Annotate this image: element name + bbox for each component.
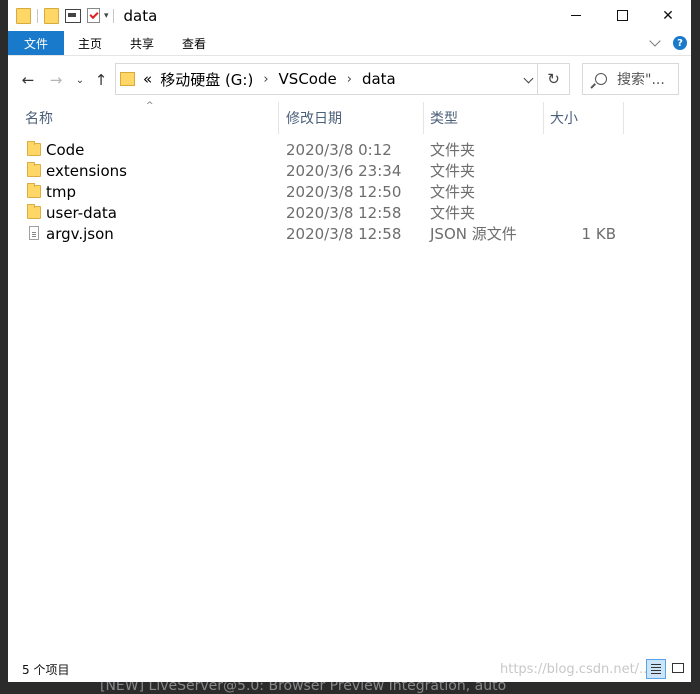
folder-icon	[27, 183, 41, 198]
folder-icon	[27, 141, 41, 156]
file-date: 2020/3/8 12:50	[286, 183, 402, 201]
tab-file[interactable]: 文件	[8, 31, 64, 55]
window-title: data	[123, 6, 158, 25]
folder-icon	[120, 72, 135, 86]
forward-arrow-icon[interactable]: →	[46, 70, 66, 90]
file-size	[556, 140, 616, 161]
minimize-button[interactable]	[553, 0, 599, 31]
search-icon	[595, 73, 607, 85]
file-type: 文件夹	[430, 162, 476, 180]
file-name: user-data	[46, 204, 117, 222]
column-divider[interactable]	[543, 102, 544, 134]
file-date: 2020/3/8 12:58	[286, 225, 402, 243]
file-explorer-window: ▾ data ✕ 文件 主页 共享 查看 ? ← → ⌄ ↑ « 移动硬盘 (G…	[8, 0, 691, 682]
customize-toolbar-chevron-icon[interactable]: ▾	[104, 11, 109, 21]
file-date: 2020/3/6 23:34	[286, 162, 402, 180]
column-header-date[interactable]: 修改日期	[286, 102, 342, 134]
search-placeholder: 搜索"...	[617, 72, 665, 88]
file-name: tmp	[46, 183, 77, 201]
item-count: 5 个项目	[22, 662, 70, 677]
refresh-icon[interactable]: ↻	[537, 64, 569, 94]
up-arrow-icon[interactable]: ↑	[91, 70, 111, 90]
maximize-button[interactable]	[599, 0, 645, 31]
column-divider[interactable]	[623, 102, 624, 134]
folder-icon	[16, 7, 31, 24]
file-name: argv.json	[46, 225, 114, 243]
ribbon-tabs: 文件 主页 共享 查看 ?	[8, 31, 691, 56]
breadcrumb-item-drive[interactable]: 移动硬盘 (G:)	[160, 69, 253, 90]
toolbar-separator	[37, 8, 38, 23]
table-row[interactable]: Code 2020/3/8 0:12 文件夹	[8, 140, 691, 161]
toolbar-separator	[112, 8, 114, 23]
breadcrumb-separator[interactable]: ›	[263, 72, 268, 87]
file-size	[556, 161, 616, 182]
help-icon[interactable]: ?	[673, 36, 687, 50]
file-type: JSON 源文件	[430, 225, 517, 243]
column-header-name[interactable]: 名称	[25, 102, 53, 134]
file-date: 2020/3/8 12:58	[286, 204, 402, 222]
breadcrumb-item-vscode[interactable]: VSCode	[279, 70, 337, 88]
table-row[interactable]: user-data 2020/3/8 12:58 文件夹	[8, 203, 691, 224]
table-row[interactable]: extensions 2020/3/6 23:34 文件夹	[8, 161, 691, 182]
tab-home[interactable]: 主页	[64, 31, 116, 55]
column-header-type[interactable]: 类型	[430, 102, 458, 134]
breadcrumb-separator[interactable]: ›	[347, 72, 352, 87]
address-dropdown-chevron-icon[interactable]	[523, 73, 534, 84]
column-divider[interactable]	[423, 102, 424, 134]
file-name: Code	[46, 141, 85, 159]
address-bar[interactable]: « 移动硬盘 (G:) › VSCode › data ↻	[115, 63, 570, 95]
file-date: 2020/3/8 0:12	[286, 141, 392, 159]
breadcrumb-overflow[interactable]: «	[143, 70, 152, 88]
file-size	[556, 203, 616, 224]
status-bar: 5 个项目 https://blog.csdn.net/...	[8, 656, 691, 682]
large-icons-view-icon[interactable]	[669, 659, 689, 679]
file-type: 文件夹	[430, 141, 476, 159]
close-button[interactable]: ✕	[645, 0, 691, 31]
tab-share[interactable]: 共享	[116, 31, 168, 55]
json-file-icon	[29, 226, 39, 240]
folder-icon	[27, 162, 41, 177]
watermark-text: https://blog.csdn.net/...	[500, 662, 652, 677]
breadcrumb-item-data[interactable]: data	[362, 70, 396, 88]
recent-locations-chevron-icon[interactable]: ⌄	[70, 70, 90, 90]
file-size	[556, 182, 616, 203]
file-list: Code 2020/3/8 0:12 文件夹 extensions 2020/3…	[8, 140, 691, 245]
checkmark-icon[interactable]	[87, 8, 100, 23]
file-type: 文件夹	[430, 183, 476, 201]
new-folder-icon[interactable]	[44, 7, 59, 24]
file-type: 文件夹	[430, 204, 476, 222]
details-view-icon[interactable]	[646, 659, 666, 679]
column-header-size[interactable]: 大小	[550, 102, 578, 134]
column-divider[interactable]	[278, 102, 279, 134]
back-arrow-icon[interactable]: ←	[18, 70, 38, 90]
search-box[interactable]: 搜索"...	[582, 63, 679, 95]
folder-icon	[27, 204, 41, 219]
expand-ribbon-chevron-icon[interactable]	[649, 35, 661, 47]
navigation-bar: ← → ⌄ ↑ « 移动硬盘 (G:) › VSCode › data ↻ 搜索…	[8, 58, 691, 102]
table-row[interactable]: argv.json 2020/3/8 12:58 JSON 源文件 1 KB	[8, 224, 691, 245]
ribbon-controls: ?	[649, 31, 687, 55]
title-bar: ▾ data ✕	[8, 0, 691, 31]
sort-ascending-icon: ^	[146, 101, 154, 111]
file-size: 1 KB	[581, 225, 616, 243]
table-row[interactable]: tmp 2020/3/8 12:50 文件夹	[8, 182, 691, 203]
quick-access-toolbar: ▾	[16, 7, 120, 24]
window-controls: ✕	[553, 0, 691, 31]
column-headers: ^ 名称 修改日期 类型 大小	[8, 101, 691, 134]
properties-icon[interactable]	[65, 8, 81, 23]
tab-view[interactable]: 查看	[168, 31, 220, 55]
file-name: extensions	[46, 162, 127, 180]
